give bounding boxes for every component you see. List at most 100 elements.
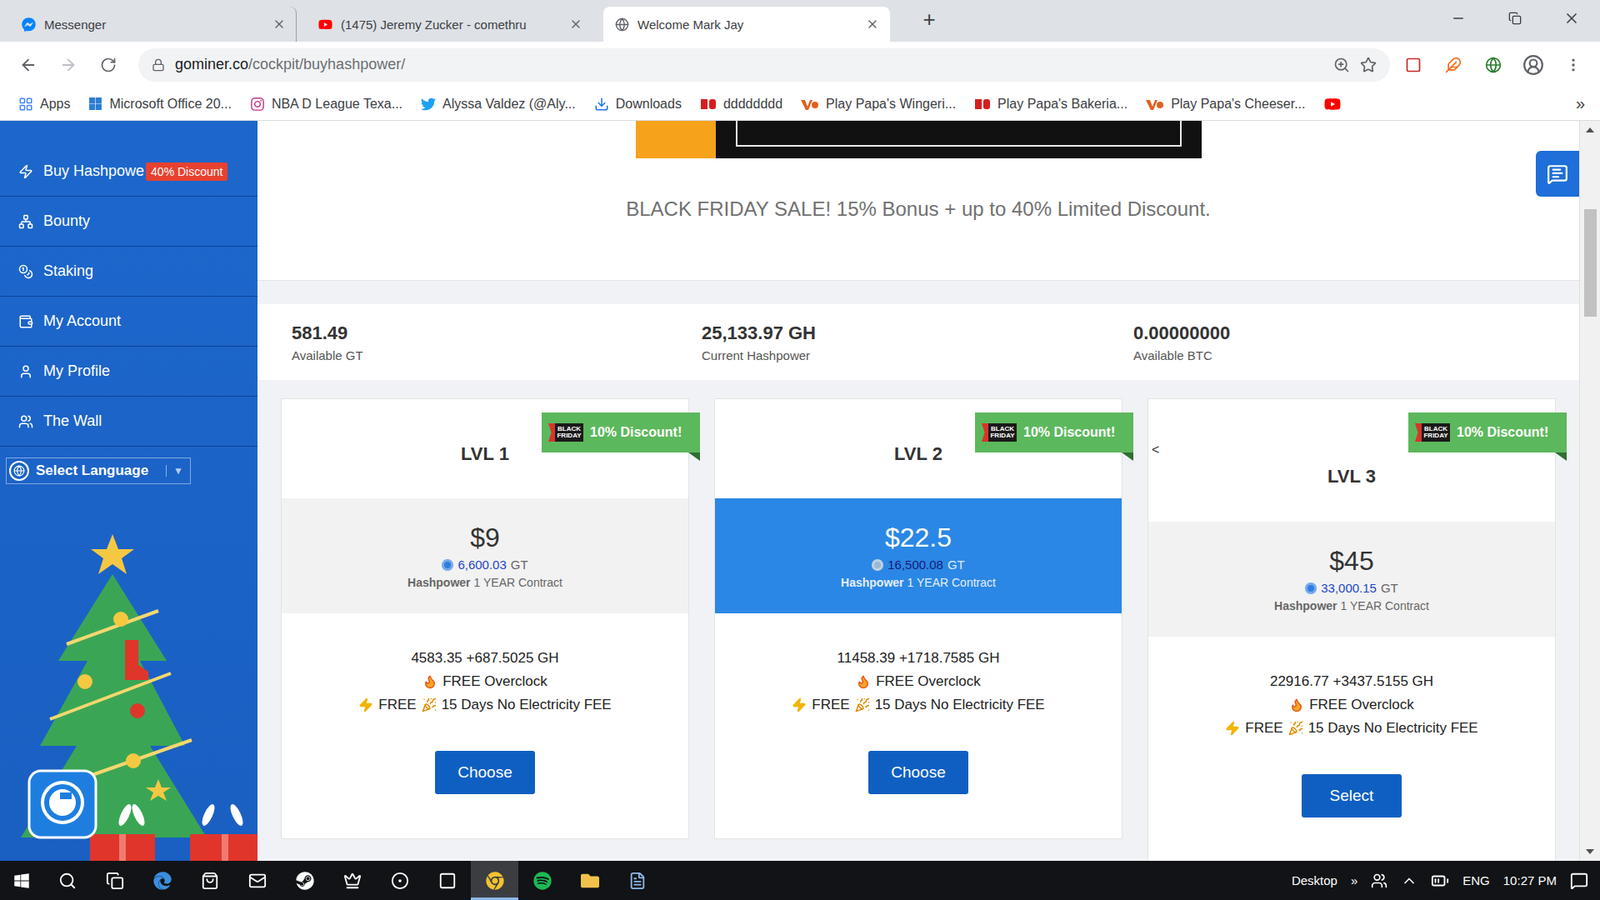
menu-button[interactable] xyxy=(1556,48,1590,82)
plan-card: BLACK FRIDAY10% Discount!LVL 1$96,600.03… xyxy=(280,398,690,840)
promo-headline: BLACK FRIDAY SALE! 15% Bonus + up to 40%… xyxy=(625,197,1210,221)
taskbar-app[interactable] xyxy=(233,860,281,900)
new-tab-button[interactable]: + xyxy=(915,5,944,34)
minimize-icon xyxy=(1450,10,1466,26)
bookmark[interactable]: Play Papa's Wingeri... xyxy=(800,96,956,112)
browser-tab[interactable]: Welcome Mark Jay xyxy=(603,6,890,42)
clock[interactable]: 10:27 PM xyxy=(1503,873,1557,888)
taskbar-app[interactable] xyxy=(470,860,519,900)
plan-button[interactable]: Select xyxy=(1301,774,1402,818)
star-icon[interactable] xyxy=(1360,56,1377,74)
gt-unit: GT xyxy=(947,557,965,572)
ribbon-label: 10% Discount! xyxy=(1023,425,1115,440)
bookmark[interactable]: Alyssa Valdez (@Aly... xyxy=(420,96,576,112)
stray-marker: < xyxy=(1151,442,1160,458)
address-bar[interactable]: gominer.co/cockpit/buyhashpower/ xyxy=(138,48,1390,82)
bookmark[interactable]: Microsoft Office 20... xyxy=(88,96,231,112)
bookmark[interactable]: Apps xyxy=(18,96,70,112)
input-language[interactable]: ENG xyxy=(1462,873,1490,888)
plan-button[interactable]: Choose xyxy=(435,750,535,795)
bookmark[interactable] xyxy=(1324,95,1341,113)
profile-button[interactable] xyxy=(1516,48,1550,82)
bookmark[interactable]: dddddddd xyxy=(700,96,783,112)
price-box: $96,600.03GTHashpower1 YEAR Contract xyxy=(281,498,689,614)
sidebar-item[interactable]: Staking xyxy=(0,246,258,297)
toolbar-more[interactable]: » xyxy=(1350,873,1358,888)
sidebar-item[interactable]: Bounty xyxy=(0,196,258,247)
sidebar-item[interactable]: My Profile xyxy=(0,346,258,397)
desktop-toolbar[interactable]: Desktop xyxy=(1291,873,1338,888)
plan-features: 11458.39 +1718.7585 GHFREE OverclockFREE… xyxy=(791,613,1045,717)
forward-button[interactable] xyxy=(51,48,85,82)
restore-button[interactable] xyxy=(1486,0,1544,37)
taskbar-app[interactable] xyxy=(280,860,329,900)
taskbar-app[interactable] xyxy=(613,860,661,900)
close-icon[interactable] xyxy=(272,17,286,31)
battery-icon[interactable] xyxy=(1430,871,1450,890)
bookmark[interactable]: Downloads xyxy=(594,96,682,112)
taskbar-app[interactable] xyxy=(423,860,471,900)
taskbar-app[interactable] xyxy=(185,860,234,900)
taskbar-app[interactable] xyxy=(375,860,424,900)
sidebar-item[interactable]: My Account xyxy=(0,296,258,347)
extension-button[interactable] xyxy=(1436,48,1470,82)
taskbar-app[interactable] xyxy=(565,860,614,900)
reload-button[interactable] xyxy=(91,48,125,82)
taskbar-app[interactable] xyxy=(138,860,186,900)
window-controls xyxy=(1430,0,1600,42)
ribbon-label: 10% Discount! xyxy=(1456,425,1549,440)
sidebar-item[interactable]: The Wall xyxy=(0,396,258,447)
plan-button[interactable]: Choose xyxy=(868,750,969,795)
bookmark[interactable]: Play Papa's Bakeria... xyxy=(974,96,1128,112)
zoom-icon[interactable] xyxy=(1333,56,1350,74)
banner-accent xyxy=(635,120,716,159)
extension-button[interactable] xyxy=(1396,48,1430,82)
people-icon[interactable] xyxy=(1370,872,1388,890)
search-button[interactable] xyxy=(43,860,91,900)
extension-button[interactable] xyxy=(1476,48,1510,82)
plan-feature: FREE Overclock xyxy=(855,670,981,694)
bookmark-label: Play Papa's Cheeser... xyxy=(1170,96,1305,112)
close-icon[interactable] xyxy=(865,17,880,31)
banner-frame xyxy=(735,120,1182,147)
minimize-button[interactable] xyxy=(1430,0,1487,37)
scroll-thumb[interactable] xyxy=(1584,209,1597,317)
bookmark[interactable]: NBA D League Texa... xyxy=(250,96,403,112)
scroll-down-icon[interactable] xyxy=(1585,849,1595,855)
app-icon xyxy=(390,871,410,890)
browser-tab[interactable]: (1475) Jeremy Zucker - comethru xyxy=(306,6,594,42)
taskbar-app[interactable] xyxy=(518,860,566,900)
close-icon[interactable] xyxy=(569,17,583,31)
feature-lead: FREE xyxy=(811,693,850,717)
edge-icon xyxy=(153,871,172,890)
office-icon xyxy=(88,96,103,111)
plan-card: BLACK FRIDAY10% Discount!LVL 2$22.516,50… xyxy=(714,398,1123,840)
task-view-button[interactable] xyxy=(90,860,139,900)
chevron-up-icon[interactable] xyxy=(1400,872,1418,890)
chat-button[interactable] xyxy=(1535,150,1580,197)
scrollbar[interactable] xyxy=(1579,120,1600,861)
system-tray: Desktop » ENG 10:27 PM xyxy=(1291,860,1600,900)
taskbar-app[interactable] xyxy=(328,860,376,900)
start-button[interactable] xyxy=(0,860,44,900)
notification-icon[interactable] xyxy=(1570,871,1589,890)
menu-icon xyxy=(1565,56,1582,74)
bookmarks-more[interactable]: » xyxy=(1575,94,1585,114)
sidebar-label: Staking xyxy=(43,262,94,280)
feature-lead: FREE xyxy=(1245,716,1283,740)
instagram-icon xyxy=(250,96,265,112)
sidebar-item[interactable]: Buy Hashpowe40% Discount xyxy=(0,146,258,197)
bookmark[interactable]: Play Papa's Cheeser... xyxy=(1145,96,1305,112)
gt-unit: GT xyxy=(510,557,529,572)
bookmark-label: Downloads xyxy=(615,96,682,112)
language-select[interactable]: Select Language▼ xyxy=(5,457,191,485)
scroll-up-icon[interactable] xyxy=(1585,127,1595,133)
sidebar-label: My Account xyxy=(43,312,121,330)
plan-feature: FREE Overclock xyxy=(1289,693,1415,717)
browser-tab[interactable]: Messenger xyxy=(10,6,297,42)
staking-icon xyxy=(18,264,34,280)
plans-row: BLACK FRIDAY10% Discount!LVL 1$96,600.03… xyxy=(257,398,1580,861)
promo-banner-image xyxy=(635,120,1202,159)
back-button[interactable] xyxy=(11,48,45,82)
close-button[interactable] xyxy=(1543,0,1600,37)
